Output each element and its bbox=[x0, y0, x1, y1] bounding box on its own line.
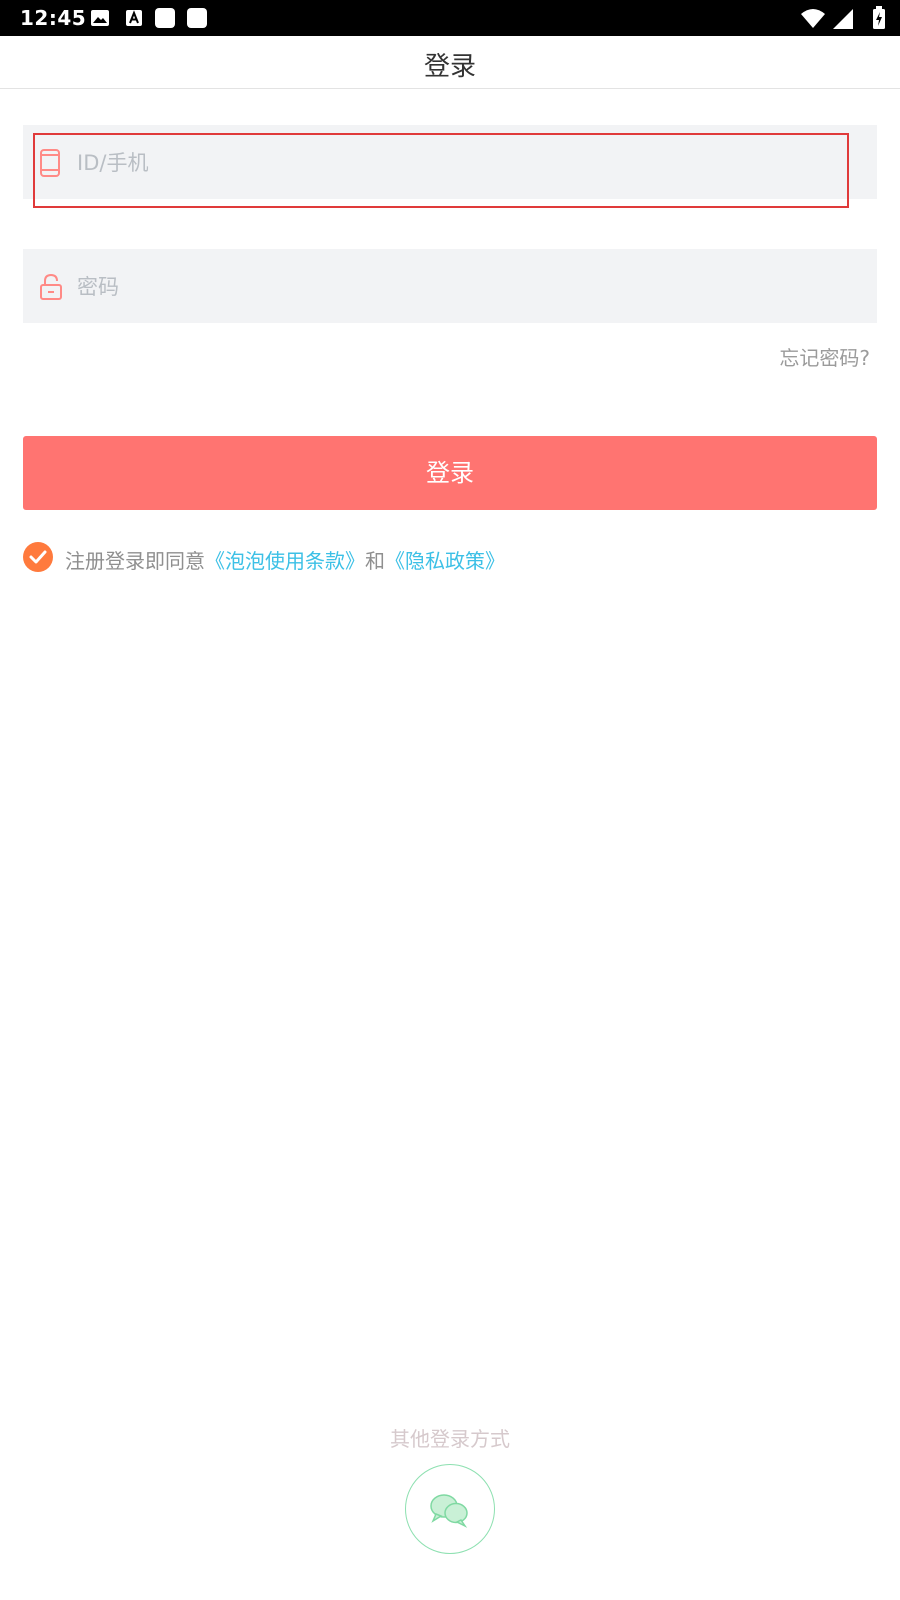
lock-icon bbox=[39, 273, 63, 305]
image-icon bbox=[90, 8, 110, 32]
terms-link[interactable]: 《泡泡使用条款》 bbox=[205, 549, 365, 573]
page-title: 登录 bbox=[423, 52, 476, 82]
wechat-login-button[interactable] bbox=[405, 1464, 495, 1554]
battery-icon bbox=[873, 6, 885, 29]
agreement-prefix: 注册登录即同意 bbox=[65, 549, 205, 573]
title-bar: 登录 bbox=[0, 36, 900, 89]
agreement-text: 注册登录即同意《泡泡使用条款》和《隐私政策》 bbox=[65, 545, 505, 574]
status-time: 12:45 bbox=[20, 6, 87, 30]
other-login-label: 其他登录方式 bbox=[390, 1427, 510, 1451]
notification-square-icon bbox=[186, 7, 208, 33]
wechat-icon bbox=[430, 1494, 468, 1528]
agree-checkbox[interactable] bbox=[23, 542, 53, 572]
a-icon bbox=[124, 8, 144, 32]
id-field-highlight-box bbox=[33, 133, 849, 208]
cell-signal-icon bbox=[833, 9, 853, 29]
agreement-conjunction: 和 bbox=[365, 549, 385, 573]
check-icon bbox=[29, 550, 47, 564]
login-button[interactable]: 登录 bbox=[23, 436, 877, 510]
wifi-icon bbox=[801, 9, 825, 28]
notification-square-icon bbox=[154, 7, 176, 33]
privacy-link[interactable]: 《隐私政策》 bbox=[385, 549, 505, 573]
forgot-password-link[interactable]: 忘记密码? bbox=[779, 342, 870, 371]
password-field[interactable]: 密码 bbox=[23, 249, 877, 323]
password-placeholder: 密码 bbox=[77, 275, 119, 299]
status-bar: 12:45 bbox=[0, 0, 900, 36]
